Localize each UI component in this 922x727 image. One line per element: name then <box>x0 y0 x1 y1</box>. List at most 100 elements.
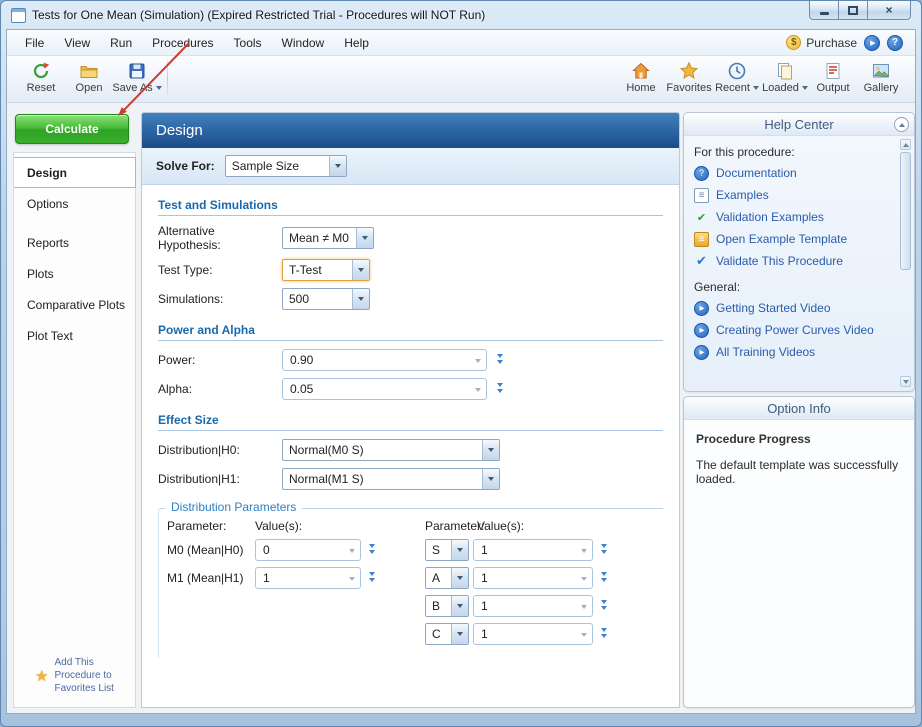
purchase-button[interactable]: $ Purchase <box>786 35 857 50</box>
validation-examples-link[interactable]: ✔ Validation Examples <box>694 206 896 228</box>
m1-double-chevron-icon[interactable] <box>365 572 378 585</box>
simulations-select[interactable]: 500 <box>282 288 370 310</box>
a-value-input[interactable]: 1 <box>473 567 593 589</box>
menu-run[interactable]: Run <box>100 32 142 54</box>
distribution-h0-select[interactable]: Normal(M0 S) <box>282 439 500 461</box>
menu-file[interactable]: File <box>15 32 54 54</box>
validate-procedure-link[interactable]: ✔ Validate This Procedure <box>694 250 896 272</box>
combo-chevron-icon[interactable] <box>470 384 486 395</box>
distribution-h1-select[interactable]: Normal(M1 S) <box>282 468 500 490</box>
minimize-button[interactable] <box>809 1 839 20</box>
combo-chevron-icon[interactable] <box>576 545 592 556</box>
scroll-down-icon[interactable] <box>900 376 911 387</box>
dropdown-arrow-icon[interactable] <box>329 156 346 176</box>
validation-check-icon: ✔ <box>694 210 709 225</box>
menu-window[interactable]: Window <box>272 32 335 54</box>
tab-options[interactable]: Options <box>14 188 135 219</box>
b-double-chevron-icon[interactable] <box>597 600 610 613</box>
all-training-videos-link[interactable]: ▶ All Training Videos <box>694 341 896 363</box>
collapse-toggle-icon[interactable] <box>894 117 909 132</box>
dropdown-arrow-icon[interactable] <box>451 624 468 644</box>
combo-chevron-icon[interactable] <box>576 629 592 640</box>
favorites-button[interactable]: Favorites <box>665 58 713 101</box>
combo-chevron-icon[interactable] <box>344 545 360 556</box>
menu-procedures[interactable]: Procedures <box>142 32 223 54</box>
open-example-template-link[interactable]: ≡ Open Example Template <box>694 228 896 250</box>
all-training-videos-label: All Training Videos <box>716 345 815 359</box>
param-select-b[interactable]: B <box>425 595 469 617</box>
dropdown-arrow-icon[interactable] <box>451 596 468 616</box>
test-type-select[interactable]: T-Test <box>282 259 370 281</box>
menu-view[interactable]: View <box>54 32 100 54</box>
help-icon[interactable]: ? <box>887 35 903 51</box>
option-info-body: Procedure Progress The default template … <box>684 420 914 498</box>
b-value-input[interactable]: 1 <box>473 595 593 617</box>
close-button[interactable]: × <box>867 1 911 20</box>
examples-link[interactable]: ≡ Examples <box>694 184 896 206</box>
m0-value-input[interactable]: 0 <box>255 539 361 561</box>
tab-plots[interactable]: Plots <box>14 258 135 289</box>
power-double-chevron-icon[interactable] <box>493 354 506 367</box>
param-s: S <box>426 540 451 560</box>
alpha-double-chevron-icon[interactable] <box>493 383 506 396</box>
loaded-button[interactable]: Loaded <box>761 58 809 101</box>
power-label: Power: <box>158 353 276 367</box>
m1-value-input[interactable]: 1 <box>255 567 361 589</box>
output-button[interactable]: Output <box>809 58 857 101</box>
minimize-icon <box>820 12 829 15</box>
dropdown-arrow-icon[interactable] <box>451 568 468 588</box>
getting-started-video-link[interactable]: ▶ Getting Started Video <box>694 297 896 319</box>
open-button[interactable]: Open <box>65 58 113 101</box>
dropdown-arrow-icon[interactable] <box>482 440 499 460</box>
solve-for-select[interactable]: Sample Size <box>225 155 347 177</box>
a-double-chevron-icon[interactable] <box>597 572 610 585</box>
menu-tools[interactable]: Tools <box>224 32 272 54</box>
home-button[interactable]: Home <box>617 58 665 101</box>
play-video-icon[interactable]: ▶ <box>864 35 880 51</box>
dropdown-arrow-icon[interactable] <box>356 228 373 248</box>
power-curves-video-link[interactable]: ▶ Creating Power Curves Video <box>694 319 896 341</box>
reset-button[interactable]: Reset <box>17 58 65 101</box>
tab-design[interactable]: Design <box>14 157 136 188</box>
recent-button[interactable]: Recent <box>713 58 761 101</box>
titlebar[interactable]: Tests for One Mean (Simulation) (Expired… <box>1 1 921 29</box>
param-select-s[interactable]: S <box>425 539 469 561</box>
dropdown-arrow-icon[interactable] <box>352 260 369 280</box>
m0-double-chevron-icon[interactable] <box>365 544 378 557</box>
dropdown-arrow-icon[interactable] <box>352 289 369 309</box>
distribution-parameters-group: Distribution Parameters Parameter: Value… <box>158 508 663 658</box>
calculate-button[interactable]: Calculate <box>15 114 129 144</box>
scroll-up-icon[interactable] <box>900 139 911 150</box>
maximize-button[interactable] <box>838 1 868 20</box>
param-select-c[interactable]: C <box>425 623 469 645</box>
tab-reports[interactable]: Reports <box>14 227 135 258</box>
dropdown-arrow-icon[interactable] <box>451 540 468 560</box>
s-double-chevron-icon[interactable] <box>597 544 610 557</box>
documentation-link[interactable]: ? Documentation <box>694 162 896 184</box>
combo-chevron-icon[interactable] <box>470 355 486 366</box>
param-b: B <box>426 596 451 616</box>
combo-chevron-icon[interactable] <box>344 573 360 584</box>
dropdown-arrow-icon[interactable] <box>482 469 499 489</box>
c-value-input[interactable]: 1 <box>473 623 593 645</box>
param-select-a[interactable]: A <box>425 567 469 589</box>
fav-line-1: Add This <box>54 656 113 669</box>
procedure-progress-text: The default template was successfully lo… <box>696 458 902 486</box>
menu-help[interactable]: Help <box>334 32 379 54</box>
combo-chevron-icon[interactable] <box>576 573 592 584</box>
simulations-label: Simulations: <box>158 292 276 306</box>
c-double-chevron-icon[interactable] <box>597 628 610 641</box>
alternative-hypothesis-select[interactable]: Mean ≠ M0 <box>282 227 374 249</box>
alpha-input[interactable]: 0.05 <box>282 378 487 400</box>
power-input[interactable]: 0.90 <box>282 349 487 371</box>
scrollbar-thumb[interactable] <box>900 152 911 270</box>
tab-plot-text[interactable]: Plot Text <box>14 320 135 351</box>
help-center-scrollbar[interactable] <box>900 139 911 387</box>
s-value-input[interactable]: 1 <box>473 539 593 561</box>
gallery-button[interactable]: Gallery <box>857 58 905 101</box>
add-to-favorites-link[interactable]: ★ Add This Procedure to Favorites List <box>14 656 135 695</box>
combo-chevron-icon[interactable] <box>576 601 592 612</box>
getting-started-video-label: Getting Started Video <box>716 301 831 315</box>
tab-comparative-plots[interactable]: Comparative Plots <box>14 289 135 320</box>
save-as-button[interactable]: Save As <box>113 58 161 101</box>
